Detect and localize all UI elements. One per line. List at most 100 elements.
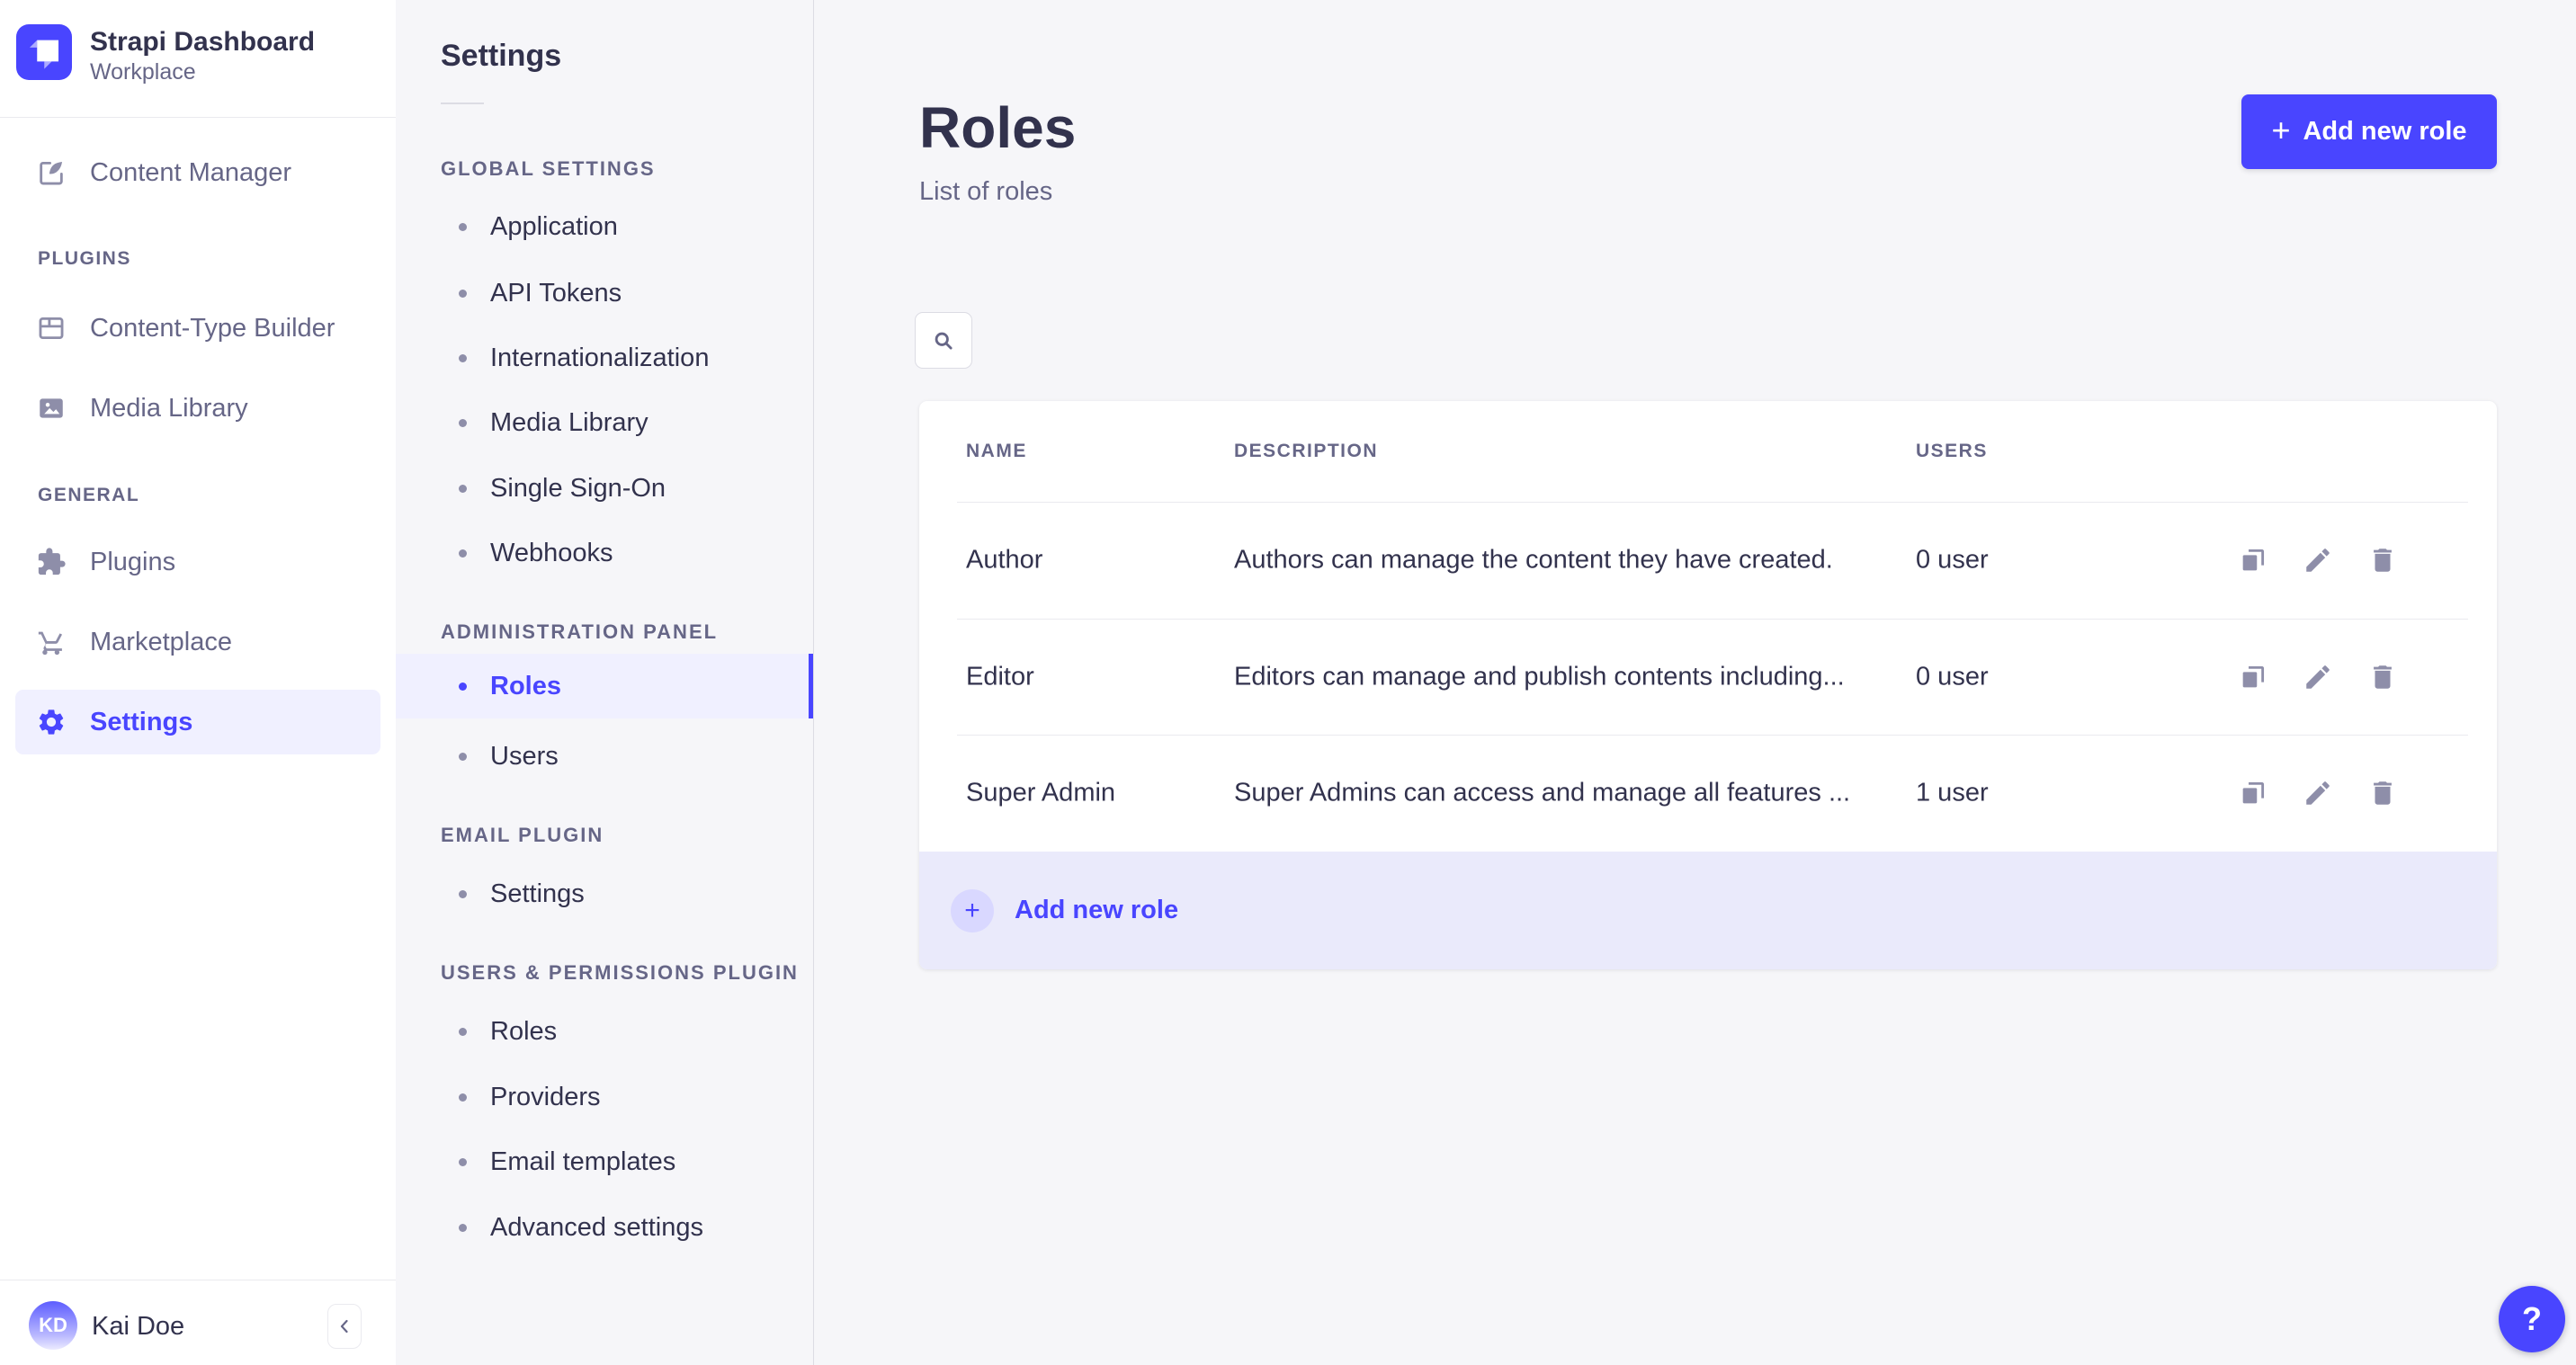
role-description: Super Admins can access and manage all f… [1234,778,1851,807]
avatar[interactable]: KD [29,1301,77,1350]
bullet-dot [459,889,467,898]
subnav-item-label: Media Library [490,407,648,437]
subnav-item-api-tokens[interactable]: API Tokens [396,261,813,326]
edit-icon[interactable] [2302,661,2334,693]
sidebar-item-marketplace[interactable]: Marketplace [0,610,396,674]
subnav-item-label: API Tokens [490,278,622,308]
delete-icon[interactable] [2366,661,2399,693]
add-new-role-label: Add new role [2303,117,2467,146]
table-row-super-admin[interactable]: Super Admin Super Admins can access and … [919,735,2497,852]
column-header-users: USERS [1916,441,1988,461]
bullet-dot [459,682,467,691]
subnav-item-media-library[interactable]: Media Library [396,390,813,455]
sidebar-item-label: Content Manager [90,157,292,187]
roles-table-card: NAME DESCRIPTION USERS Author Authors ca… [919,401,2497,969]
app-root: Strapi Dashboard Workplace Content Manag… [0,0,2576,1365]
subnav-item-webhooks[interactable]: Webhooks [396,521,813,585]
app-title: Strapi Dashboard [90,27,316,57]
table-row-author[interactable]: Author Authors can manage the content th… [919,502,2497,619]
edit-icon[interactable] [2302,777,2334,809]
strapi-logo[interactable] [16,24,72,80]
role-users-count: 1 user [1916,778,1989,807]
sidebar-section-general: GENERAL [38,485,140,505]
duplicate-icon[interactable] [2237,544,2269,576]
subnav-section-users-permissions-plugin: USERS & PERMISSIONS PLUGIN [441,961,799,984]
strapi-logo-icon [29,40,59,69]
sidebar-item-label: Content-Type Builder [90,313,335,343]
content-type-builder-icon [36,313,67,343]
column-header-name: NAME [966,441,1027,461]
content-manager-icon [36,157,67,188]
page-subtitle: List of roles [919,177,1053,206]
role-description: Editors can manage and publish contents … [1234,662,1845,691]
plus-circle-icon: + [951,888,994,932]
help-question-icon: ? [2522,1300,2542,1337]
delete-icon[interactable] [2366,777,2399,809]
subnav-item-label: Internationalization [490,343,710,372]
page-title: Roles [919,95,1077,160]
bullet-dot [459,484,467,493]
avatar-initials: KD [39,1314,67,1336]
subnav-item-label: Settings [490,879,585,908]
subnav-item-application[interactable]: Application [396,194,813,259]
delete-icon[interactable] [2366,544,2399,576]
plus-icon: + [2271,112,2291,148]
subnav-item-email-templates[interactable]: Email templates [396,1129,813,1194]
bullet-dot [459,752,467,761]
bullet-dot [459,222,467,231]
search-icon [931,328,956,353]
subnav-item-roles-active[interactable]: Roles [396,654,813,718]
role-name: Author [966,545,1043,575]
sidebar-item-content-type-builder[interactable]: Content-Type Builder [0,296,396,361]
plus-icon: + [964,895,980,925]
subnav-item-label: Email templates [490,1146,676,1176]
role-name: Super Admin [966,778,1116,807]
subnav-item-label: Webhooks [490,538,613,567]
table-row-editor[interactable]: Editor Editors can manage and publish co… [919,619,2497,736]
help-button[interactable]: ? [2499,1286,2565,1352]
subnav-section-global-settings: GLOBAL SETTINGS [441,157,656,180]
column-header-description: DESCRIPTION [1234,441,1379,461]
sidebar-item-label: Plugins [90,547,176,576]
subnav-item-advanced-settings[interactable]: Advanced settings [396,1195,813,1260]
main-sidebar: Strapi Dashboard Workplace Content Manag… [0,0,397,1365]
bullet-dot [459,353,467,362]
add-new-role-button[interactable]: + Add new role [2241,94,2497,169]
role-users-count: 0 user [1916,545,1989,575]
gear-icon [36,707,67,737]
subnav-item-label: Users [490,741,559,771]
collapse-sidebar-button[interactable] [327,1304,362,1349]
subnav-item-label: Application [490,211,618,241]
sidebar-divider [0,117,396,118]
subnav-item-email-settings[interactable]: Settings [396,861,813,926]
plugins-puzzle-icon [36,547,67,577]
subnav-title: Settings [441,39,562,73]
search-button[interactable] [915,312,972,369]
media-library-icon [36,393,67,424]
table-footer-add-new-role[interactable]: + Add new role [919,852,2497,969]
sidebar-item-plugins[interactable]: Plugins [0,530,396,594]
subnav-item-label: Advanced settings [490,1212,703,1242]
duplicate-icon[interactable] [2237,777,2269,809]
subnav-item-up-roles[interactable]: Roles [396,999,813,1064]
chevron-left-icon [334,1316,355,1337]
subnav-item-internationalization[interactable]: Internationalization [396,326,813,390]
sidebar-item-label: Marketplace [90,627,232,656]
subnav-item-single-sign-on[interactable]: Single Sign-On [396,456,813,521]
bullet-dot [459,1223,467,1232]
bullet-dot [459,549,467,558]
role-users-count: 0 user [1916,662,1989,691]
role-name: Editor [966,662,1034,691]
settings-subnav: Settings GLOBAL SETTINGS Application API… [396,0,814,1365]
duplicate-icon[interactable] [2237,661,2269,693]
subnav-item-label: Single Sign-On [490,473,666,503]
subnav-item-providers[interactable]: Providers [396,1065,813,1129]
subnav-item-label: Roles [490,671,561,700]
edit-icon[interactable] [2302,544,2334,576]
sidebar-item-label: Settings [90,707,193,736]
sidebar-item-media-library[interactable]: Media Library [0,376,396,441]
subnav-section-email-plugin: EMAIL PLUGIN [441,824,604,846]
subnav-item-users[interactable]: Users [396,724,813,789]
sidebar-item-settings[interactable]: Settings [15,690,380,754]
sidebar-item-content-manager[interactable]: Content Manager [0,140,396,205]
